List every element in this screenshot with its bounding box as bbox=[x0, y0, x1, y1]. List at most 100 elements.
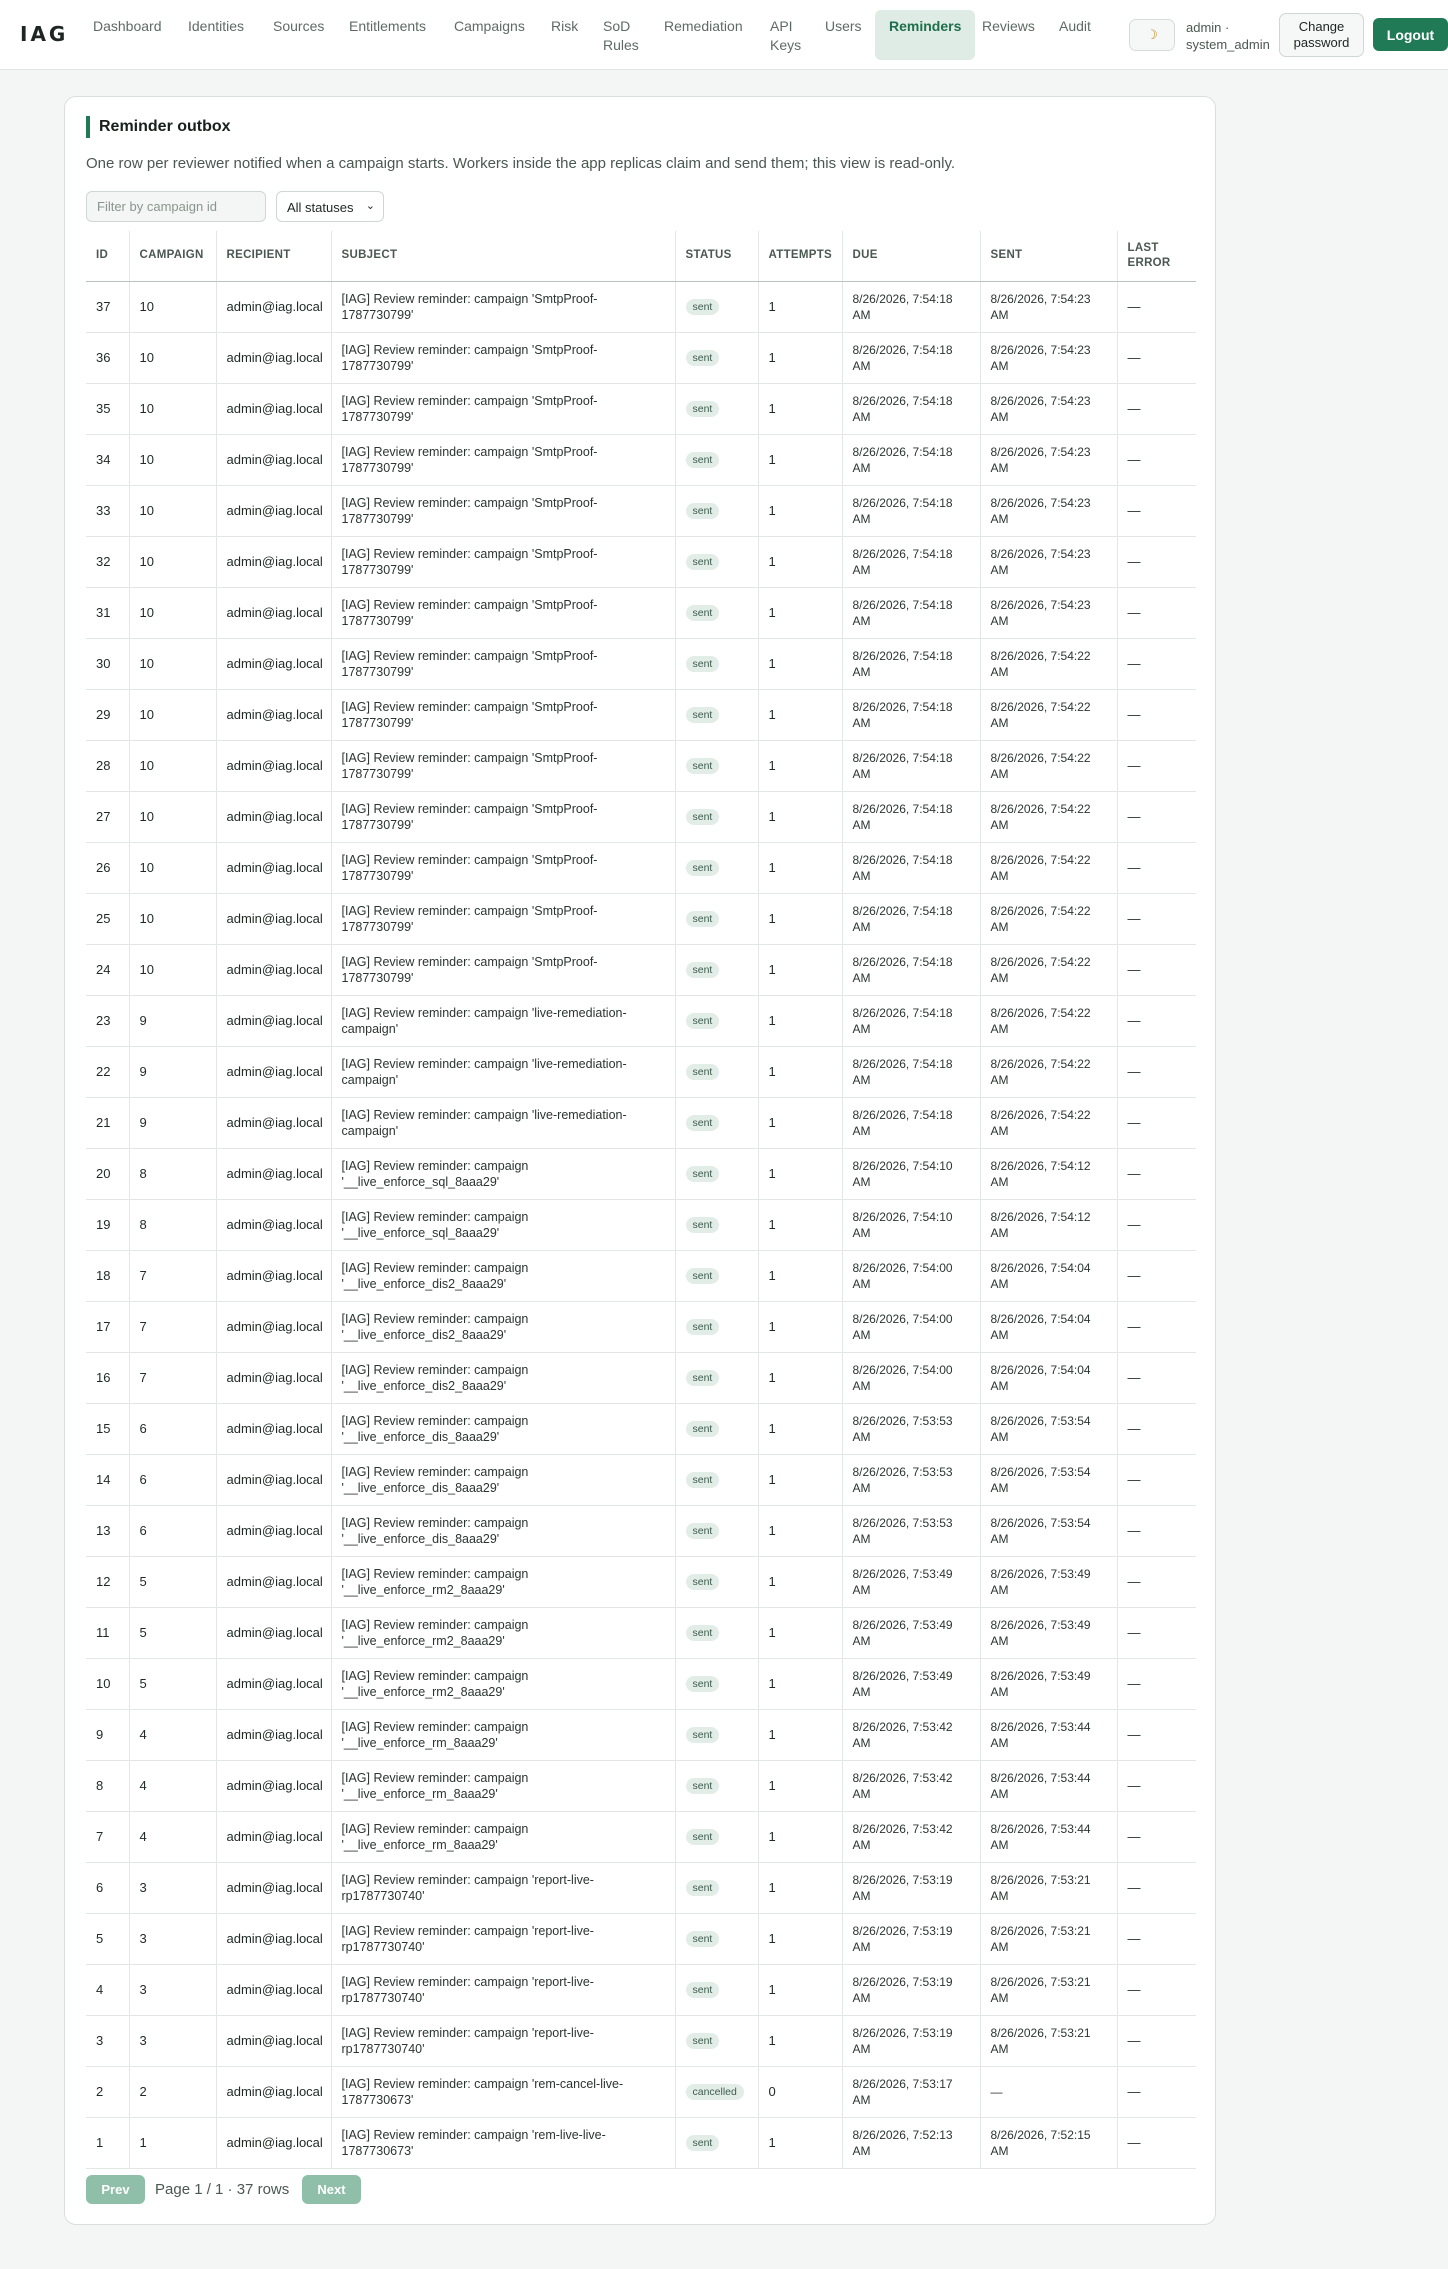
table-row[interactable]: 20 8 admin@iag.local [IAG] Review reminder:… bbox=[86, 1148, 1196, 1200]
nav-link-entitlements[interactable]: Entitlements bbox=[349, 17, 426, 36]
nav-link-api-keys[interactable]: API Keys bbox=[770, 17, 810, 55]
table-row[interactable]: 26 10 admin@iag.local [IAG] Review reminder… bbox=[86, 842, 1196, 894]
status-badge: sent bbox=[685, 1013, 720, 1029]
table-row[interactable]: 2 2 admin@iag.local [IAG] Review reminder: … bbox=[86, 2066, 1196, 2118]
table-row[interactable]: 10 5 admin@iag.local [IAG] Review reminder:… bbox=[86, 1658, 1196, 1710]
col-header-status[interactable]: STATUS bbox=[675, 231, 759, 282]
table-body: 37 10 admin@iag.local [IAG] Review reminder… bbox=[86, 281, 1196, 2169]
table-row[interactable]: 4 3 admin@iag.local [IAG] Review reminder: … bbox=[86, 1964, 1196, 2016]
nav-link-remediation[interactable]: Remediation bbox=[664, 17, 743, 36]
col-header-due[interactable]: DUE bbox=[842, 231, 981, 282]
table-row[interactable]: 8 4 admin@iag.local [IAG] Review reminder: … bbox=[86, 1760, 1196, 1812]
brand-logo[interactable]: IAG bbox=[20, 22, 68, 46]
table-cell: [IAG] Review reminder: campaign '__live_… bbox=[331, 1811, 676, 1863]
table-row[interactable]: 34 10 admin@iag.local [IAG] Review reminder… bbox=[86, 434, 1196, 486]
nav-link-users[interactable]: Users bbox=[825, 17, 862, 36]
table-row[interactable]: 25 10 admin@iag.local [IAG] Review reminder… bbox=[86, 893, 1196, 945]
cell-attempts: 1 bbox=[768, 1267, 776, 1283]
table-row[interactable]: 6 3 admin@iag.local [IAG] Review reminder: … bbox=[86, 1862, 1196, 1914]
table-cell: — bbox=[1117, 2066, 1196, 2118]
cell-sent: 8/26/2026, 7:54:04 AM bbox=[990, 1260, 1091, 1291]
table-row[interactable]: 15 6 admin@iag.local [IAG] Review reminder:… bbox=[86, 1403, 1196, 1455]
nav-link-reviews[interactable]: Reviews bbox=[982, 17, 1035, 36]
nav-link-audit[interactable]: Audit bbox=[1059, 17, 1091, 36]
nav-link-risk[interactable]: Risk bbox=[551, 17, 578, 36]
cell-recipient: admin@iag.local bbox=[226, 349, 323, 365]
col-header-campaign[interactable]: CAMPAIGN bbox=[129, 231, 217, 282]
table-row[interactable]: 22 9 admin@iag.local [IAG] Review reminder:… bbox=[86, 1046, 1196, 1098]
table-cell: — bbox=[1117, 1556, 1196, 1608]
table-row[interactable]: 9 4 admin@iag.local [IAG] Review reminder: … bbox=[86, 1709, 1196, 1761]
table-cell: 20 bbox=[86, 1148, 130, 1200]
cell-attempts: 1 bbox=[768, 1675, 776, 1691]
table-row[interactable]: 36 10 admin@iag.local [IAG] Review reminder… bbox=[86, 332, 1196, 384]
table-cell: sent bbox=[675, 2117, 759, 2169]
table-row[interactable]: 24 10 admin@iag.local [IAG] Review reminder… bbox=[86, 944, 1196, 996]
table-row[interactable]: 3 3 admin@iag.local [IAG] Review reminder: … bbox=[86, 2015, 1196, 2067]
table-row[interactable]: 7 4 admin@iag.local [IAG] Review reminder: … bbox=[86, 1811, 1196, 1863]
nav-link-reminders[interactable]: Reminders bbox=[875, 10, 976, 60]
nav-link-dashboard[interactable]: Dashboard bbox=[93, 17, 162, 36]
table-cell: [IAG] Review reminder: campaign 'SmtpPro… bbox=[331, 485, 676, 537]
table-cell: 8/26/2026, 7:54:18 AM bbox=[842, 485, 981, 537]
table-row[interactable]: 35 10 admin@iag.local [IAG] Review reminder… bbox=[86, 383, 1196, 435]
table-row[interactable]: 1 1 admin@iag.local [IAG] Review reminder: … bbox=[86, 2117, 1196, 2169]
table-row[interactable]: 18 7 admin@iag.local [IAG] Review reminder:… bbox=[86, 1250, 1196, 1302]
table-row[interactable]: 31 10 admin@iag.local [IAG] Review reminder… bbox=[86, 587, 1196, 639]
table-row[interactable]: 37 10 admin@iag.local [IAG] Review reminder… bbox=[86, 281, 1196, 333]
col-header-sent[interactable]: SENT bbox=[980, 231, 1118, 282]
table-cell: 8/26/2026, 7:53:42 AM bbox=[842, 1811, 981, 1863]
campaign-filter-input[interactable] bbox=[86, 191, 266, 222]
nav-link-sources[interactable]: Sources bbox=[273, 17, 324, 36]
table-row[interactable]: 5 3 admin@iag.local [IAG] Review reminder: … bbox=[86, 1913, 1196, 1965]
table-row[interactable]: 16 7 admin@iag.local [IAG] Review reminder:… bbox=[86, 1352, 1196, 1404]
table-row[interactable]: 17 7 admin@iag.local [IAG] Review reminder:… bbox=[86, 1301, 1196, 1353]
table-cell: 10 bbox=[129, 638, 217, 690]
next-page-button[interactable]: Next bbox=[302, 2175, 361, 2204]
table-cell: [IAG] Review reminder: campaign 'SmtpPro… bbox=[331, 791, 676, 843]
table-cell: 1 bbox=[758, 332, 843, 384]
table-cell: 8/26/2026, 7:53:49 AM bbox=[980, 1607, 1118, 1659]
prev-page-button[interactable]: Prev bbox=[86, 2175, 145, 2204]
col-header-last-error[interactable]: LAST ERROR bbox=[1117, 231, 1196, 282]
change-password-button[interactable]: Change password bbox=[1279, 13, 1364, 57]
table-cell: 1 bbox=[758, 536, 843, 588]
table-row[interactable]: 30 10 admin@iag.local [IAG] Review reminder… bbox=[86, 638, 1196, 690]
nav-link-identities[interactable]: Identities bbox=[188, 17, 244, 36]
table-row[interactable]: 21 9 admin@iag.local [IAG] Review reminder:… bbox=[86, 1097, 1196, 1149]
table-row[interactable]: 23 9 admin@iag.local [IAG] Review reminder:… bbox=[86, 995, 1196, 1047]
nav-link-sod-rules[interactable]: SoD Rules bbox=[603, 17, 643, 55]
status-badge: sent bbox=[685, 350, 720, 366]
cell-due: 8/26/2026, 7:53:49 AM bbox=[852, 1668, 953, 1699]
cell-last-error: — bbox=[1127, 1624, 1141, 1640]
table-row[interactable]: 27 10 admin@iag.local [IAG] Review reminder… bbox=[86, 791, 1196, 843]
col-header-subject[interactable]: SUBJECT bbox=[331, 231, 676, 282]
cell-due: 8/26/2026, 7:53:19 AM bbox=[852, 1974, 953, 2005]
table-cell: [IAG] Review reminder: campaign '__live_… bbox=[331, 1556, 676, 1608]
nav-link-campaigns[interactable]: Campaigns bbox=[454, 17, 525, 36]
table-cell: 8/26/2026, 7:53:54 AM bbox=[980, 1403, 1118, 1455]
cell-subject: [IAG] Review reminder: campaign '__live_… bbox=[341, 1515, 529, 1546]
table-row[interactable]: 32 10 admin@iag.local [IAG] Review reminder… bbox=[86, 536, 1196, 588]
cell-attempts: 1 bbox=[768, 1879, 776, 1895]
col-header-id[interactable]: ID bbox=[86, 231, 130, 282]
col-header-attempts[interactable]: ATTEMPTS bbox=[758, 231, 843, 282]
table-row[interactable]: 29 10 admin@iag.local [IAG] Review reminder… bbox=[86, 689, 1196, 741]
table-row[interactable]: 28 10 admin@iag.local [IAG] Review reminder… bbox=[86, 740, 1196, 792]
table-row[interactable]: 33 10 admin@iag.local [IAG] Review reminder… bbox=[86, 485, 1196, 537]
cell-campaign: 10 bbox=[139, 553, 154, 569]
theme-toggle-button[interactable]: ☽ bbox=[1129, 19, 1175, 51]
status-filter-select[interactable]: All statuses ⌄ bbox=[276, 191, 384, 222]
table-cell: admin@iag.local bbox=[216, 536, 332, 588]
logout-button[interactable]: Logout bbox=[1373, 18, 1448, 51]
cell-subject: [IAG] Review reminder: campaign 'SmtpPro… bbox=[341, 801, 598, 832]
table-row[interactable]: 14 6 admin@iag.local [IAG] Review reminder:… bbox=[86, 1454, 1196, 1506]
table-row[interactable]: 13 6 admin@iag.local [IAG] Review reminder:… bbox=[86, 1505, 1196, 1557]
table-cell: sent bbox=[675, 281, 759, 333]
table-row[interactable]: 11 5 admin@iag.local [IAG] Review reminder:… bbox=[86, 1607, 1196, 1659]
table-row[interactable]: 19 8 admin@iag.local [IAG] Review reminder:… bbox=[86, 1199, 1196, 1251]
cell-recipient: admin@iag.local bbox=[226, 1165, 323, 1181]
col-header-recipient[interactable]: RECIPIENT bbox=[216, 231, 332, 282]
table-cell: 1 bbox=[758, 740, 843, 792]
table-row[interactable]: 12 5 admin@iag.local [IAG] Review reminder:… bbox=[86, 1556, 1196, 1608]
